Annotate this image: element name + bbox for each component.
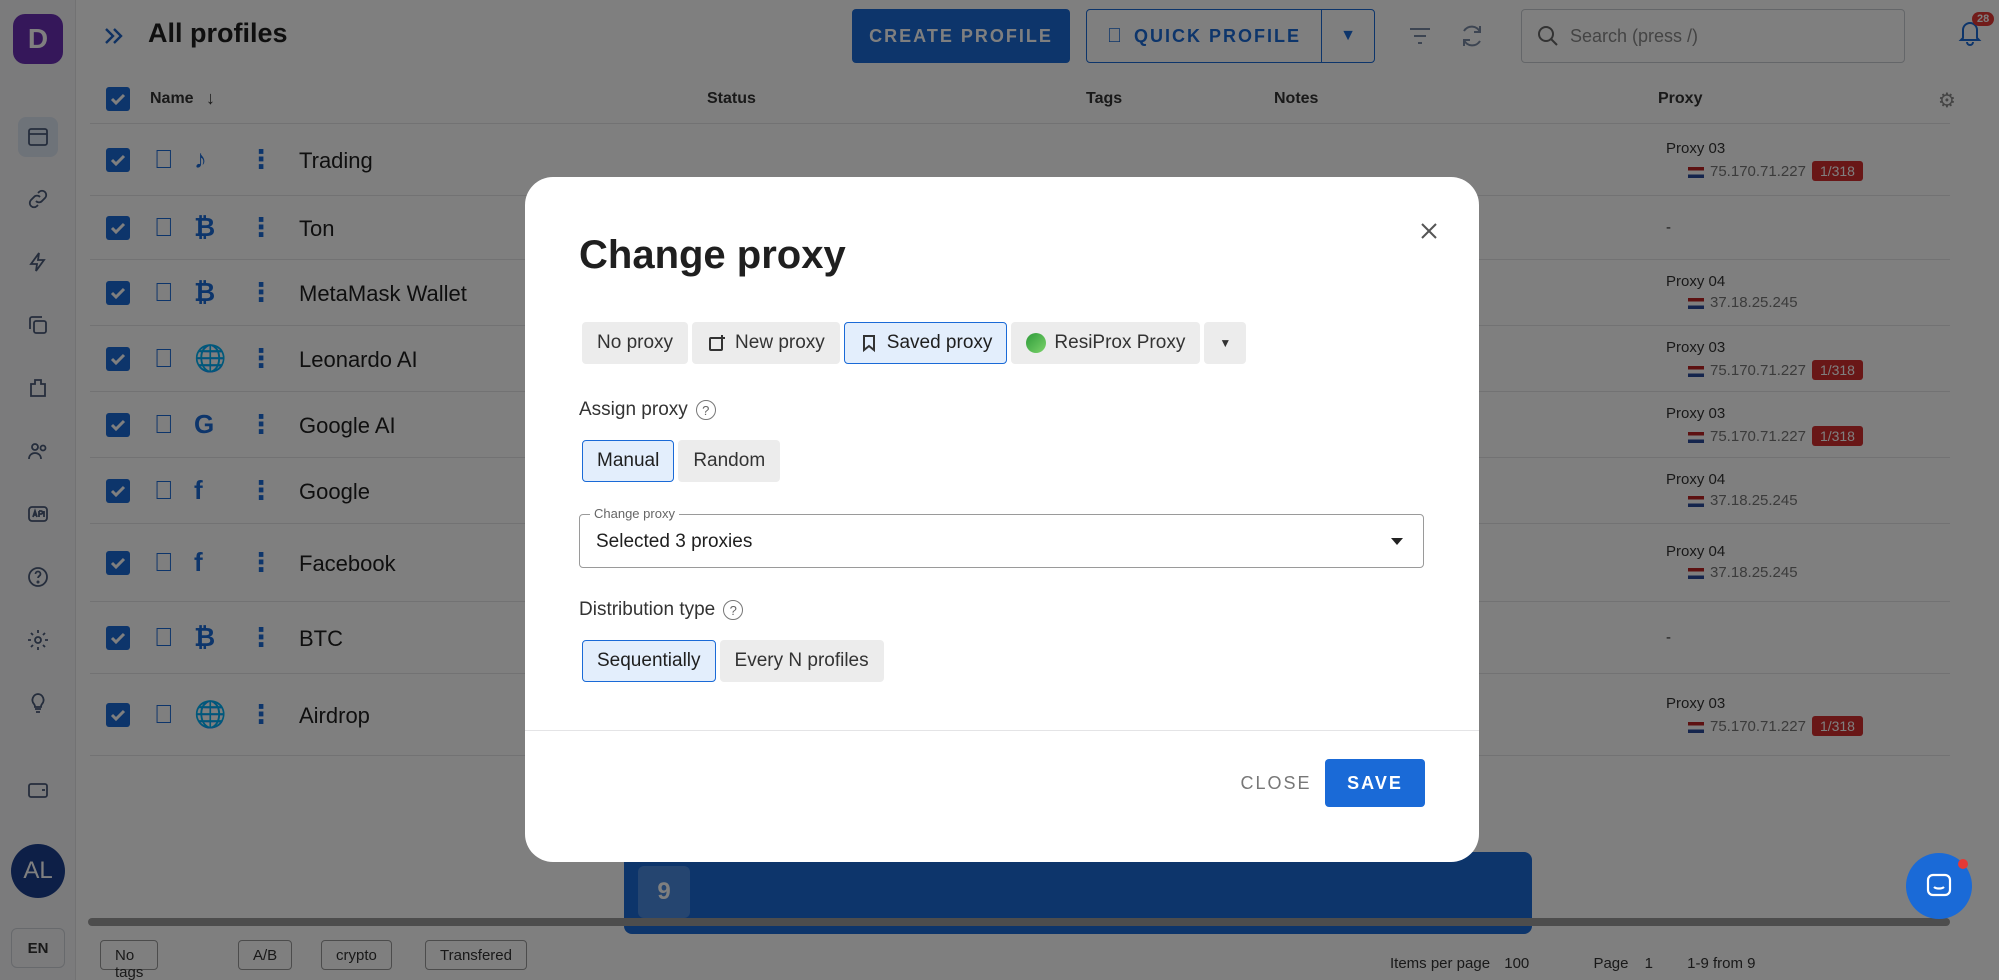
distribution-type-selector: Sequentially Every N profiles — [579, 637, 887, 685]
assign-proxy-selector: Manual Random — [579, 437, 783, 485]
bookmark-icon — [862, 335, 875, 353]
chat-support-button[interactable] — [1906, 853, 1972, 919]
more-proxy-sources-dropdown[interactable]: ▼ — [1204, 322, 1247, 364]
close-icon[interactable] — [1413, 215, 1445, 247]
distribution-type-label: Distribution type ? — [579, 599, 744, 621]
caret-down-icon: ▼ — [1219, 336, 1232, 350]
chat-icon — [1926, 873, 1952, 897]
unread-dot — [1958, 859, 1968, 869]
assign-proxy-label: Assign proxy ? — [579, 399, 716, 421]
option-saved-proxy[interactable]: Saved proxy — [843, 322, 1008, 364]
close-button[interactable]: CLOSE — [1217, 759, 1335, 807]
resiprox-logo-icon — [1026, 333, 1047, 353]
dialog-divider — [525, 730, 1479, 731]
option-random[interactable]: Random — [678, 440, 781, 482]
proxy-source-selector: No proxy New proxy Saved proxy ResiProx … — [579, 319, 1249, 367]
option-manual[interactable]: Manual — [582, 440, 675, 482]
change-proxy-value: Selected 3 proxies — [596, 531, 753, 552]
chevron-down-icon — [1391, 538, 1403, 545]
option-new-proxy[interactable]: New proxy — [692, 322, 840, 364]
change-proxy-select[interactable]: Change proxy Selected 3 proxies — [579, 506, 1424, 568]
dialog-title: Change proxy — [579, 233, 846, 277]
option-every-n-profiles[interactable]: Every N profiles — [719, 640, 884, 682]
change-proxy-dialog: Change proxy No proxy New proxy Saved pr… — [525, 177, 1479, 862]
change-proxy-legend: Change proxy — [590, 506, 679, 521]
option-no-proxy[interactable]: No proxy — [582, 322, 689, 364]
option-resiprox-proxy[interactable]: ResiProx Proxy — [1011, 322, 1201, 364]
option-sequentially[interactable]: Sequentially — [582, 640, 716, 682]
new-proxy-icon — [709, 335, 726, 351]
save-button[interactable]: SAVE — [1325, 759, 1425, 807]
help-icon[interactable]: ? — [695, 400, 716, 420]
help-icon[interactable]: ? — [723, 600, 744, 620]
